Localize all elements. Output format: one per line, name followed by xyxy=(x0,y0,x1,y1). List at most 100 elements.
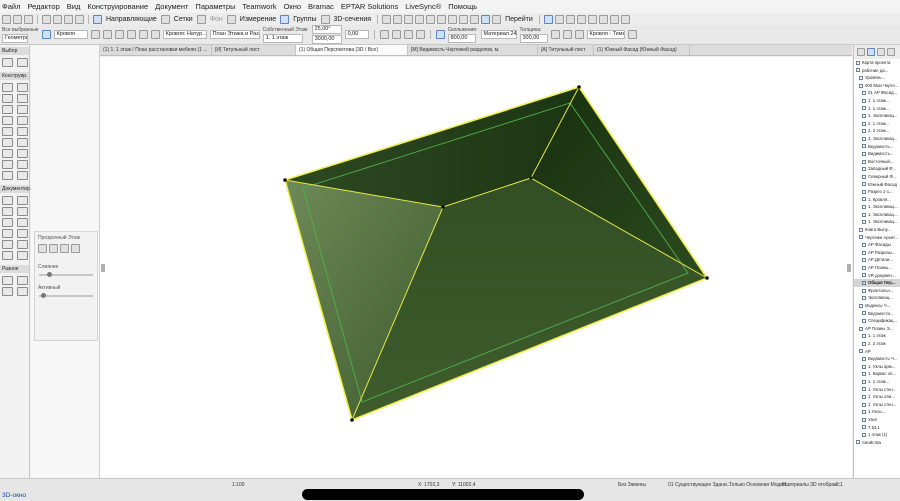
offset-field[interactable]: 3000,00 xyxy=(311,35,342,44)
detail-tool-icon[interactable] xyxy=(17,276,28,285)
arrow-tool-icon[interactable] xyxy=(382,14,392,24)
redo-icon[interactable] xyxy=(53,14,62,24)
offset2-field[interactable]: 0,00 xyxy=(344,30,369,39)
material-view-combo[interactable]: Материалы 3D отображ... xyxy=(782,482,842,488)
navigator-item[interactable]: Южный Фасад xyxy=(854,181,900,189)
navigator-item[interactable]: Спецификац... xyxy=(854,317,900,325)
grids-icon[interactable] xyxy=(160,14,170,24)
thickness-field[interactable]: 300,00 xyxy=(519,33,548,43)
menu-item-10[interactable]: LiveSync® xyxy=(405,2,441,11)
active-slider[interactable] xyxy=(39,293,93,298)
dimension-tool-icon[interactable] xyxy=(2,196,13,205)
menu-item-1[interactable]: Редактор xyxy=(27,2,59,11)
view-tab[interactable]: [М] Видимость Чертежей разделов, м. xyxy=(408,45,538,55)
shell-tool-icon[interactable] xyxy=(17,105,28,114)
menu-item-5[interactable]: Параметры xyxy=(195,2,235,11)
material-field[interactable]: Материал 24 xyxy=(480,30,517,39)
polygon-icon[interactable] xyxy=(126,30,136,39)
canvas-scroll-left-handle[interactable] xyxy=(101,264,105,272)
rect-icon[interactable] xyxy=(138,30,148,39)
stair-tool-icon[interactable] xyxy=(2,127,13,136)
wall-tool-icon[interactable] xyxy=(2,83,13,92)
roof-tool-icon[interactable] xyxy=(2,105,13,114)
navigator-item[interactable]: 1. Узлы отм... xyxy=(854,393,900,401)
pan-icon[interactable] xyxy=(554,14,564,24)
view-tab[interactable]: (1) 1. 1 этаж / План расстановки мебели … xyxy=(100,45,212,55)
menu-item-3[interactable]: Конструирование xyxy=(87,2,148,11)
line-type-icon[interactable] xyxy=(574,30,584,39)
groups-icon[interactable] xyxy=(280,14,290,24)
navigator-item[interactable]: рабочие да... xyxy=(854,67,900,75)
toolbox-section-doc[interactable]: Документир. xyxy=(0,185,31,193)
level-dim-tool-icon[interactable] xyxy=(17,196,28,205)
vertex-node[interactable] xyxy=(283,178,287,182)
guides-icon[interactable] xyxy=(93,14,102,24)
vertex-node[interactable] xyxy=(441,205,445,209)
menu-item-4[interactable]: Документ xyxy=(155,2,188,11)
navigator-item[interactable]: 1. Узлы стен... xyxy=(854,401,900,409)
curtain-wall-tool-icon[interactable] xyxy=(2,138,13,147)
canvas-scroll-right-handle[interactable] xyxy=(847,264,851,272)
view-map-icon[interactable] xyxy=(867,48,875,56)
navigator-item[interactable]: Книга Выпу... xyxy=(854,226,900,234)
roof-model[interactable] xyxy=(100,57,852,478)
navigator-item[interactable]: 1. Экспликац... xyxy=(854,203,900,211)
navigator-item[interactable]: Видимость... xyxy=(854,150,900,158)
goto-button[interactable]: Перейти xyxy=(503,16,535,23)
navigator-item[interactable]: АР Планы Э... xyxy=(854,325,900,333)
layer-icon[interactable] xyxy=(470,14,480,24)
scale-readout[interactable]: 1:100 xyxy=(232,482,245,488)
merge-slider[interactable] xyxy=(39,272,93,277)
figure-tool-icon[interactable] xyxy=(2,251,13,260)
navigator-item[interactable]: 1. 1 этаж... xyxy=(854,378,900,386)
marquee-tool-icon[interactable] xyxy=(17,58,28,67)
mesh-tool-icon[interactable] xyxy=(17,160,28,169)
navigator-item[interactable]: 1. Каркас эл... xyxy=(854,370,900,378)
offset-icon[interactable] xyxy=(404,14,414,24)
guides-button[interactable]: Направляющие xyxy=(104,16,159,23)
marquee-icon[interactable] xyxy=(393,14,403,24)
navigator-item[interactable]: 1. 1 этаж... xyxy=(854,105,900,113)
menu-item-8[interactable]: Bramac xyxy=(308,2,334,11)
camera-icon[interactable] xyxy=(598,14,608,24)
line-tool-icon[interactable] xyxy=(17,218,28,227)
navigator-item[interactable]: Западный Ф... xyxy=(854,165,900,173)
fit-window-icon[interactable] xyxy=(587,14,597,24)
worksheet-tool-icon[interactable] xyxy=(2,287,13,296)
navigator-item[interactable]: 1. Экспликац... xyxy=(854,211,900,219)
pencil-icon[interactable] xyxy=(64,14,73,24)
edge2-icon[interactable] xyxy=(415,30,425,39)
roof-tool-icon[interactable] xyxy=(41,30,51,39)
edge-icon[interactable] xyxy=(403,30,413,39)
navigator-item[interactable]: Ведомость... xyxy=(854,143,900,151)
view-tab[interactable]: (1) Южный Фасад (Южный Фасад) xyxy=(594,45,690,55)
glide-field[interactable]: 800,00 xyxy=(447,33,476,43)
hatch-icon[interactable] xyxy=(550,30,560,39)
navigator-item[interactable]: 1. Узлы стен... xyxy=(854,386,900,394)
sections3d-icon[interactable] xyxy=(320,14,330,24)
menu-item-7[interactable]: Окно xyxy=(284,2,301,11)
shadow-icon[interactable] xyxy=(620,14,630,24)
navigator-item[interactable]: Восточный... xyxy=(854,158,900,166)
view-mode-icon[interactable] xyxy=(481,14,491,24)
magic-wand-icon[interactable] xyxy=(75,14,84,24)
orbit-icon[interactable] xyxy=(543,14,553,24)
navigator-item[interactable]: АР Разрезы... xyxy=(854,249,900,257)
pivot-line-icon[interactable] xyxy=(391,30,401,39)
surface-icon[interactable] xyxy=(609,14,619,24)
zone-tool-icon[interactable] xyxy=(17,149,28,158)
menu-item-11[interactable]: Помощь xyxy=(448,2,477,11)
menu-item-6[interactable]: Teamwork xyxy=(242,2,276,11)
floor-more-icon[interactable] xyxy=(71,244,80,253)
railing-tool-icon[interactable] xyxy=(17,127,28,136)
navigator-item[interactable]: АР Планы... xyxy=(854,264,900,272)
save-icon[interactable] xyxy=(24,14,33,24)
floor-visibility-field[interactable]: План Этажа и Разрез... xyxy=(209,30,260,39)
navigator-item[interactable]: 000 Мои Черте... xyxy=(854,82,900,90)
navigator-item[interactable]: 2. 1 этаж... xyxy=(854,120,900,128)
structure-icon[interactable] xyxy=(435,30,445,39)
element-type-field[interactable]: Кровля xyxy=(53,30,88,39)
selection-combo[interactable]: Геометрия xyxy=(2,33,28,43)
section-tool-icon[interactable] xyxy=(17,251,28,260)
view-tab[interactable]: [А] Титульный лист xyxy=(538,45,594,55)
